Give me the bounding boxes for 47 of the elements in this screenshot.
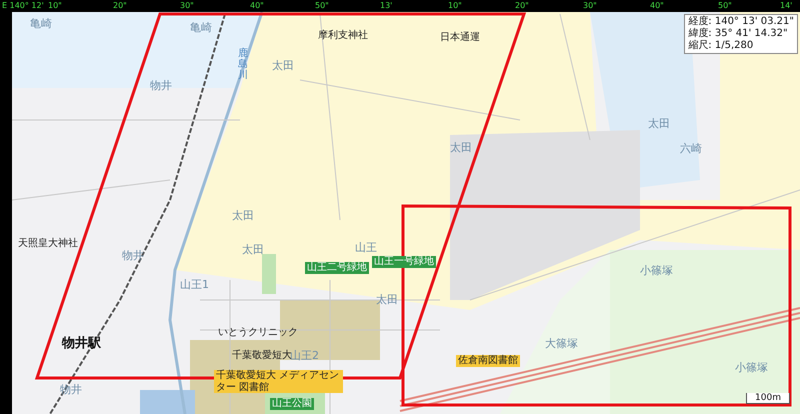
place-name: 物井 [150, 80, 172, 93]
highlighted-facility-name: 佐倉南図書館 [456, 355, 520, 366]
facility-name: いとうクリニック [218, 327, 298, 338]
place-name: 亀崎 [190, 22, 212, 35]
facility-name: 摩利支神社 [318, 30, 368, 42]
place-name: 六崎 [680, 143, 702, 156]
park-name: 山王一号緑地 [372, 256, 436, 268]
place-name: 太田 [648, 118, 670, 131]
station-name: 物井駅 [62, 337, 101, 352]
place-name: 山王2 [290, 350, 319, 363]
place-name: 太田 [376, 294, 398, 307]
coordinate-readout: 縮尺: 1/5,280 [688, 40, 754, 52]
place-name: 小篠塚 [735, 362, 768, 375]
facility-name: 日本通運 [440, 32, 480, 44]
ruler-label: 14' [780, 1, 792, 11]
ruler-label: 50" [315, 1, 329, 11]
place-name: 亀崎 [30, 18, 52, 31]
place-name: 太田 [242, 244, 264, 257]
facility-name: 天照皇大神社 [18, 238, 78, 250]
park-name: 山王二号緑地 [305, 262, 369, 274]
place-name: 山王1 [180, 279, 209, 292]
ruler-label: E 140° 12' [2, 1, 44, 11]
ruler-label: 30" [583, 1, 597, 11]
ruler-label: 20" [515, 1, 529, 11]
park-name: 山王公園 [270, 398, 314, 410]
coordinate-readout: 緯度: 35° 41' 14.32" [688, 28, 789, 40]
ruler-label: 50" [718, 1, 732, 11]
place-name: 物井 [122, 250, 144, 263]
place-name: 物井 [60, 384, 82, 397]
place-name: 山王 [355, 242, 377, 255]
ruler-label: 40" [650, 1, 664, 11]
place-name: 小篠塚 [640, 265, 673, 278]
ruler-label: 20" [113, 1, 127, 11]
place-name: 太田 [272, 60, 294, 73]
coordinate-readout: 経度: 140° 13' 03.21" [688, 16, 794, 28]
ruler-label: 13' [380, 1, 392, 11]
ruler-label: 30" [180, 1, 194, 11]
ruler-label: 10" [448, 1, 462, 11]
place-name: 大篠塚 [545, 338, 578, 351]
place-name: 太田 [232, 210, 254, 223]
facility-name: 千葉敬愛短大 [232, 350, 292, 362]
place-name: 太田 [450, 142, 472, 155]
river-name: 鹿島川 [238, 48, 248, 81]
ruler-label: 40" [250, 1, 264, 11]
ruler-label: 10" [48, 1, 62, 11]
scale-bar: 100m [746, 393, 790, 404]
highlighted-facility-name: 千葉敬愛短大 メディアセンター 図書館 [214, 370, 343, 393]
